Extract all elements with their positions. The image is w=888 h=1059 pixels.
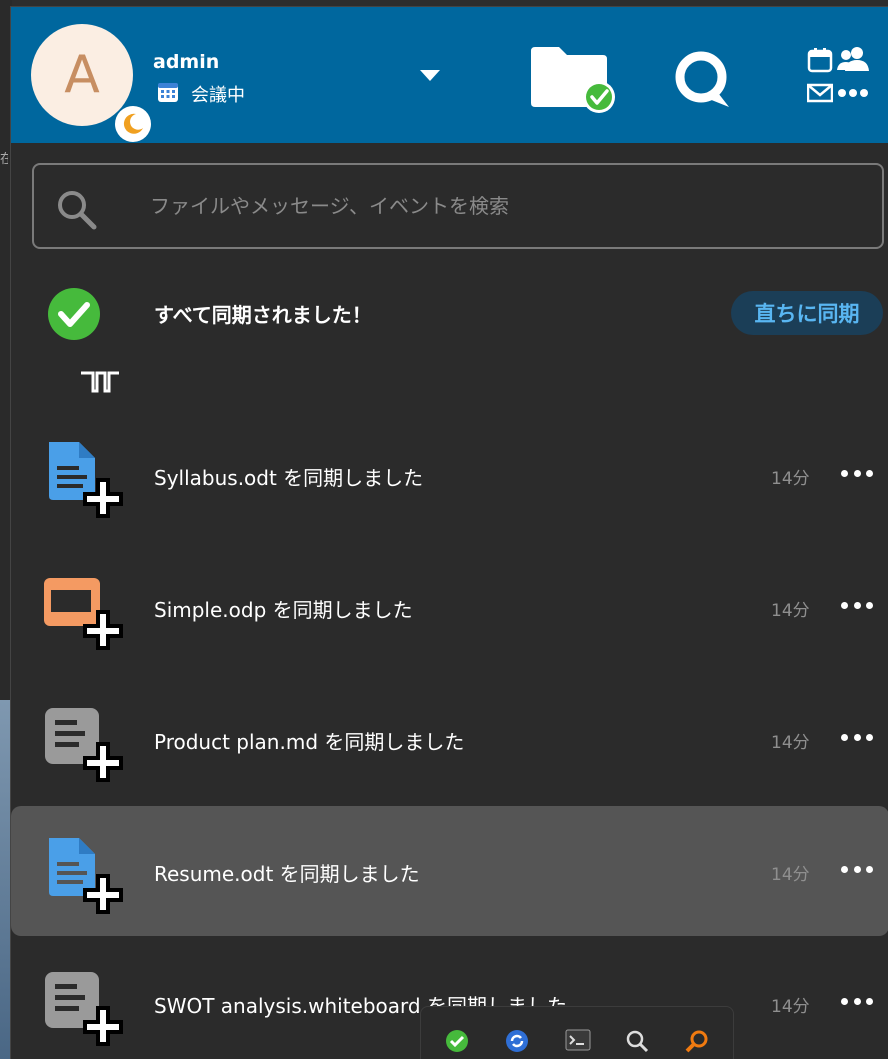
activity-more-button[interactable] bbox=[841, 592, 873, 618]
more-apps-button[interactable] bbox=[837, 83, 869, 103]
activity-text: Product plan.md を同期しました bbox=[154, 730, 465, 754]
mail-icon bbox=[806, 83, 834, 103]
activity-time: 14分 bbox=[771, 469, 810, 489]
activity-time: 14分 bbox=[771, 997, 810, 1017]
calendar-app-button[interactable] bbox=[807, 47, 833, 73]
search-icon bbox=[56, 189, 98, 235]
activity-time: 14分 bbox=[771, 733, 810, 753]
search-box[interactable] bbox=[32, 163, 884, 249]
sync-ok-icon bbox=[47, 287, 101, 345]
background-window-text: 在 bbox=[0, 152, 8, 167]
activity-text: Resume.odt を同期しました bbox=[154, 862, 420, 886]
header-bar: A admin 会議中 bbox=[11, 7, 888, 143]
avatar-letter: A bbox=[64, 45, 100, 105]
contacts-icon bbox=[837, 47, 869, 71]
text-file-add-icon bbox=[41, 966, 127, 1046]
document-add-icon bbox=[41, 438, 127, 518]
activity-more-button[interactable] bbox=[841, 856, 873, 882]
activity-more-button[interactable] bbox=[841, 988, 873, 1014]
document-add-icon bbox=[41, 834, 127, 914]
calendar-icon bbox=[807, 48, 833, 73]
sync-status-row: すべて同期されました！ 直ちに同期 bbox=[11, 269, 888, 359]
terminal-icon[interactable] bbox=[565, 1029, 591, 1055]
away-status-icon bbox=[115, 106, 151, 142]
activity-more-button[interactable] bbox=[841, 724, 873, 750]
partial-file-icon bbox=[79, 369, 121, 397]
activity-item[interactable]: Simple.odp を同期しました 14分 bbox=[11, 542, 888, 672]
user-status[interactable]: 会議中 bbox=[157, 81, 245, 107]
presentation-add-icon bbox=[41, 570, 127, 650]
more-apps-icon bbox=[838, 89, 868, 97]
activity-text: Simple.odp を同期しました bbox=[154, 598, 413, 622]
sync-now-button[interactable]: 直ちに同期 bbox=[731, 291, 883, 335]
mail-app-button[interactable] bbox=[806, 83, 834, 103]
text-file-add-icon bbox=[41, 702, 127, 782]
contacts-app-button[interactable] bbox=[837, 45, 869, 73]
folder-check-icon bbox=[531, 47, 615, 113]
activity-more-button[interactable] bbox=[841, 460, 873, 486]
sync-ok-icon[interactable] bbox=[445, 1029, 471, 1055]
activity-item[interactable]: Syllabus.odt を同期しました 14分 bbox=[11, 410, 888, 540]
activity-item[interactable]: Product plan.md を同期しました 14分 bbox=[11, 674, 888, 804]
talk-app-button[interactable] bbox=[671, 49, 733, 109]
talk-icon bbox=[675, 51, 729, 107]
files-app-button[interactable] bbox=[527, 41, 619, 115]
system-tray-overflow bbox=[420, 1006, 734, 1059]
activity-time: 14分 bbox=[771, 865, 810, 885]
calendar-status-icon bbox=[157, 81, 179, 107]
refresh-icon[interactable] bbox=[505, 1029, 531, 1055]
sync-status-message: すべて同期されました！ bbox=[154, 303, 372, 327]
find-icon[interactable] bbox=[685, 1029, 711, 1055]
activity-time: 14分 bbox=[771, 601, 810, 621]
activity-item[interactable]: Resume.odt を同期しました 14分 bbox=[11, 806, 888, 936]
account-menu-button[interactable] bbox=[417, 65, 443, 85]
nextcloud-client-panel: A admin 会議中 ファイルやメッセージ、イベントを検索 すべて同期されまし… bbox=[10, 6, 888, 1059]
search-input[interactable] bbox=[150, 185, 850, 227]
chevron-down-icon bbox=[420, 70, 440, 81]
status-text: 会議中 bbox=[191, 85, 245, 106]
search-icon[interactable] bbox=[625, 1029, 651, 1055]
username: admin bbox=[153, 51, 220, 73]
avatar[interactable]: A bbox=[31, 24, 151, 142]
activity-text: Syllabus.odt を同期しました bbox=[154, 466, 424, 490]
